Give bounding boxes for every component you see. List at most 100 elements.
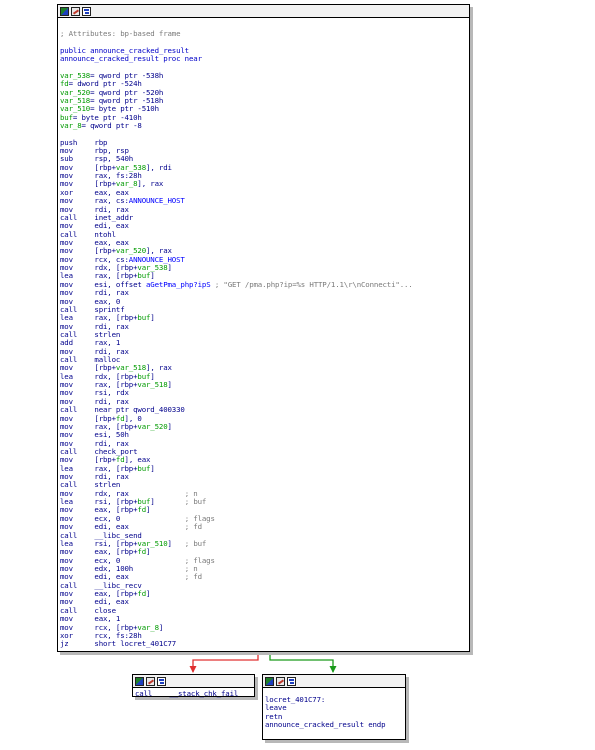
main-line[interactable]: mov esi, 50h <box>60 431 467 439</box>
main-line[interactable]: mov rdi, rax <box>60 206 467 214</box>
main-line <box>60 130 467 138</box>
main-line[interactable]: mov esi, offset aGetPma_php?ipS ; "GET /… <box>60 281 467 289</box>
node-rename-icon[interactable] <box>276 676 285 686</box>
node-color-icon[interactable] <box>265 676 274 686</box>
main-line[interactable]: mov edi, eax <box>60 598 467 606</box>
main-line[interactable]: xor rcx, fs:28h <box>60 632 467 640</box>
node-graph-icon[interactable] <box>157 676 166 686</box>
main-line[interactable]: call strlen <box>60 481 467 489</box>
node-toolbar <box>133 675 254 688</box>
main-line[interactable]: call __libc_send <box>60 532 467 540</box>
main-line[interactable]: push rbp <box>60 139 467 147</box>
fail-disassembly[interactable]: call __stack_chk_fail <box>133 688 254 698</box>
main-line[interactable]: mov eax, [rbp+fd] <box>60 590 467 598</box>
ret-line[interactable]: announce_cracked_result endp <box>265 721 403 729</box>
main-line[interactable]: buf= byte ptr -410h <box>60 114 467 122</box>
main-line[interactable]: call check_port <box>60 448 467 456</box>
main-line[interactable]: mov [rbp+fd], 0 <box>60 415 467 423</box>
node-graph-icon[interactable] <box>82 6 91 16</box>
main-line[interactable]: mov edi, eax ; fd <box>60 573 467 581</box>
main-line[interactable]: mov [rbp+var_518], rax <box>60 364 467 372</box>
main-line[interactable]: lea rax, [rbp+buf] <box>60 465 467 473</box>
main-line[interactable]: mov rcx, cs:ANNOUNCE_HOST <box>60 256 467 264</box>
main-line[interactable]: var_520= qword ptr -520h <box>60 89 467 97</box>
main-line[interactable]: mov rax, fs:28h <box>60 172 467 180</box>
main-line[interactable]: mov rdi, rax <box>60 473 467 481</box>
main-line[interactable]: call __libc_recv <box>60 582 467 590</box>
ret-line[interactable]: locret_401C77: <box>265 696 403 704</box>
main-line[interactable]: call strlen <box>60 331 467 339</box>
main-line[interactable]: call sprintf <box>60 306 467 314</box>
main-line[interactable]: public announce_cracked_result <box>60 47 467 55</box>
locret-block[interactable]: locret_401C77: leave retn announce_cracked_… <box>262 674 406 740</box>
main-line[interactable]: add rax, 1 <box>60 339 467 347</box>
main-line[interactable]: mov rdi, rax <box>60 398 467 406</box>
main-line <box>60 38 467 46</box>
main-line[interactable]: mov eax, [rbp+fd] <box>60 548 467 556</box>
main-line[interactable]: mov rdi, rax <box>60 323 467 331</box>
edge-true-arrow <box>329 666 337 673</box>
ret-line[interactable]: leave <box>265 704 403 712</box>
main-line[interactable]: call close <box>60 607 467 615</box>
stack-chk-fail-block[interactable]: call __stack_chk_fail <box>132 674 255 698</box>
main-line[interactable]: call near ptr qword_400330 <box>60 406 467 414</box>
main-line[interactable]: mov rax, [rbp+var_520] <box>60 423 467 431</box>
main-line[interactable]: lea rsi, [rbp+buf] ; buf <box>60 498 467 506</box>
node-toolbar <box>58 5 469 18</box>
main-line[interactable]: mov rdx, rax ; n <box>60 490 467 498</box>
main-line[interactable]: mov [rbp+var_8], rax <box>60 180 467 188</box>
ret-line[interactable]: retn <box>265 713 403 721</box>
main-line[interactable]: mov edi, eax ; fd <box>60 523 467 531</box>
main-line[interactable]: mov eax, eax <box>60 239 467 247</box>
main-line[interactable]: mov edi, eax <box>60 222 467 230</box>
main-line[interactable]: call malloc <box>60 356 467 364</box>
node-graph-icon[interactable] <box>287 676 296 686</box>
main-line[interactable]: mov rdi, rax <box>60 289 467 297</box>
main-line[interactable]: lea rax, [rbp+buf] <box>60 272 467 280</box>
node-toolbar <box>263 675 405 688</box>
main-line[interactable]: mov rsi, rdx <box>60 389 467 397</box>
node-rename-icon[interactable] <box>71 6 80 16</box>
main-line[interactable]: mov eax, 0 <box>60 298 467 306</box>
main-line[interactable]: var_8= qword ptr -8 <box>60 122 467 130</box>
main-line[interactable]: mov edx, 100h ; n <box>60 565 467 573</box>
main-line[interactable]: mov rax, cs:ANNOUNCE_HOST <box>60 197 467 205</box>
main-line[interactable]: sub rsp, 540h <box>60 155 467 163</box>
main-line[interactable]: announce_cracked_result proc near <box>60 55 467 63</box>
main-line[interactable]: lea rax, [rbp+buf] <box>60 314 467 322</box>
main-line[interactable]: mov [rbp+fd], eax <box>60 456 467 464</box>
main-line[interactable]: ; Attributes: bp-based frame <box>60 30 467 38</box>
main-line[interactable]: lea rdx, [rbp+buf] <box>60 373 467 381</box>
main-line <box>60 63 467 71</box>
main-line[interactable]: var_518= qword ptr -518h <box>60 97 467 105</box>
main-disassembly[interactable]: ; Attributes: bp-based frame public anno… <box>58 18 469 649</box>
main-line[interactable]: var_510= byte ptr -510h <box>60 105 467 113</box>
main-line[interactable]: mov rdi, rax <box>60 348 467 356</box>
main-line[interactable]: mov rax, [rbp+var_518] <box>60 381 467 389</box>
edge-false-arrow <box>189 666 197 673</box>
main-line[interactable]: call inet_addr <box>60 214 467 222</box>
main-line[interactable]: mov rcx, [rbp+var_8] <box>60 624 467 632</box>
main-line[interactable]: jz short locret_401C77 <box>60 640 467 648</box>
node-rename-icon[interactable] <box>146 676 155 686</box>
edge-false-branch <box>192 652 259 672</box>
fail-line[interactable]: call __stack_chk_fail <box>135 690 252 698</box>
main-line[interactable]: mov [rbp+var_520], rax <box>60 247 467 255</box>
main-line[interactable]: mov eax, 1 <box>60 615 467 623</box>
ret-disassembly[interactable]: locret_401C77: leave retn announce_cracked_… <box>263 688 405 729</box>
main-line[interactable]: mov rbp, rsp <box>60 147 467 155</box>
node-color-icon[interactable] <box>60 6 69 16</box>
main-line[interactable]: mov rdx, [rbp+var_538] <box>60 264 467 272</box>
main-line[interactable]: mov eax, [rbp+fd] <box>60 506 467 514</box>
main-line[interactable]: fd= dword ptr -524h <box>60 80 467 88</box>
main-line[interactable]: lea rsi, [rbp+var_510] ; buf <box>60 540 467 548</box>
main-line[interactable]: var_538= qword ptr -538h <box>60 72 467 80</box>
main-line[interactable]: mov [rbp+var_538], rdi <box>60 164 467 172</box>
main-line[interactable]: mov ecx, 0 ; flags <box>60 557 467 565</box>
main-line[interactable]: mov rdi, rax <box>60 440 467 448</box>
main-line[interactable]: xor eax, eax <box>60 189 467 197</box>
node-color-icon[interactable] <box>135 676 144 686</box>
main-code-block[interactable]: ; Attributes: bp-based frame public anno… <box>57 4 470 652</box>
main-line[interactable]: mov ecx, 0 ; flags <box>60 515 467 523</box>
main-line[interactable]: call ntohl <box>60 231 467 239</box>
